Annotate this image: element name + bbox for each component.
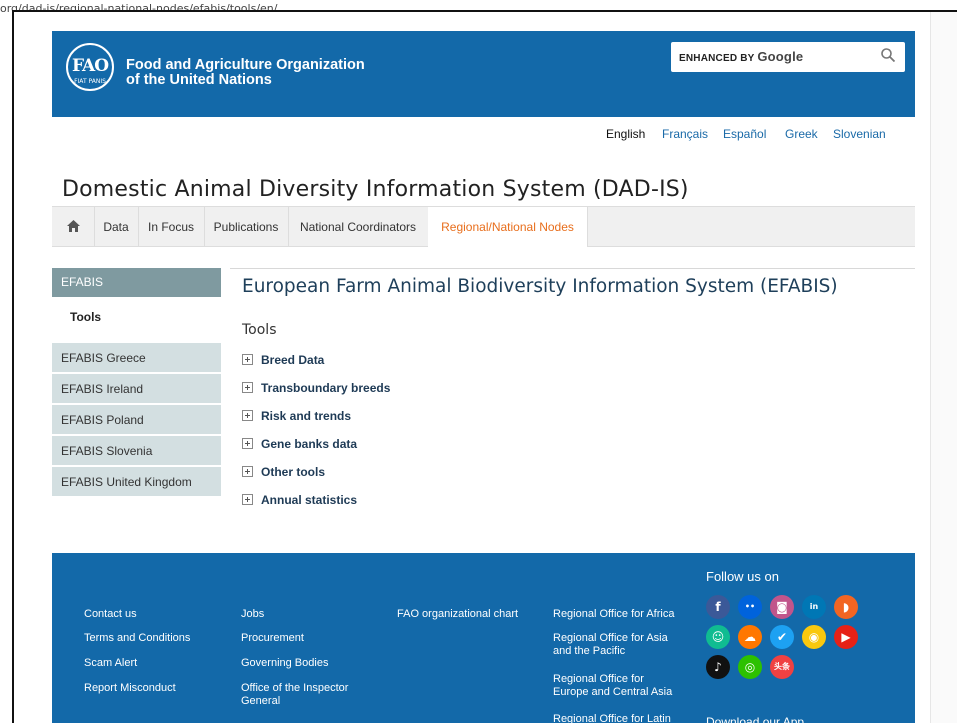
footer-link-ro-asia-pacific[interactable]: Regional Office for Asia and the Pacific bbox=[553, 632, 681, 658]
search-icon[interactable] bbox=[881, 48, 895, 62]
expand-icon[interactable] bbox=[242, 354, 253, 365]
page-title: European Farm Animal Biodiversity Inform… bbox=[242, 276, 838, 297]
tool-risk-and-trends[interactable]: Risk and trends bbox=[242, 409, 351, 423]
linkedin-icon[interactable]: in bbox=[802, 595, 826, 619]
tool-other-tools[interactable]: Other tools bbox=[242, 465, 325, 479]
search-input[interactable]: ENHANCED BY Google bbox=[671, 42, 905, 72]
home-icon bbox=[66, 220, 80, 232]
nav-home[interactable] bbox=[52, 207, 95, 247]
org-name-line1: Food and Agriculture Organization bbox=[126, 57, 365, 73]
expand-icon[interactable] bbox=[242, 382, 253, 393]
youtube-icon[interactable]: ▶ bbox=[834, 625, 858, 649]
footer-link-ro-europe-central-asia[interactable]: Regional Office for Europe and Central A… bbox=[553, 673, 681, 699]
scrollbar-track[interactable] bbox=[930, 12, 957, 723]
fao-logo[interactable]: FAO FIAT PANIS bbox=[66, 43, 114, 91]
footer-link-scam-alert[interactable]: Scam Alert bbox=[84, 657, 137, 670]
footer-link-ro-africa[interactable]: Regional Office for Africa bbox=[553, 608, 674, 621]
expand-icon[interactable] bbox=[242, 438, 253, 449]
lang-slovenian[interactable]: Slovenian bbox=[833, 127, 886, 141]
expand-icon[interactable] bbox=[242, 410, 253, 421]
sidebar-head-efabis[interactable]: EFABIS bbox=[52, 268, 221, 297]
soundcloud-icon[interactable]: ☁ bbox=[738, 625, 762, 649]
footer-link-report-misconduct[interactable]: Report Misconduct bbox=[84, 682, 176, 695]
nav-in-focus[interactable]: In Focus bbox=[138, 207, 205, 247]
footer-link-contact-us[interactable]: Contact us bbox=[84, 608, 137, 621]
footer-link-inspector-general[interactable]: Office of the Inspector General bbox=[241, 682, 361, 708]
footer-link-org-chart[interactable]: FAO organizational chart bbox=[397, 608, 518, 621]
tool-annual-statistics[interactable]: Annual statistics bbox=[242, 493, 357, 507]
follow-us-heading: Follow us on bbox=[706, 569, 779, 584]
sidebar-item-efabis-ireland[interactable]: EFABIS Ireland bbox=[52, 374, 221, 404]
site-title[interactable]: Domestic Animal Diversity Information Sy… bbox=[62, 177, 689, 202]
sidebar-item-tools[interactable]: Tools bbox=[70, 310, 101, 324]
tiktok-icon[interactable]: ♪ bbox=[706, 655, 730, 679]
site-header: FAO FIAT PANIS Food and Agriculture Orga… bbox=[52, 31, 915, 117]
tool-transboundary-breeds[interactable]: Transboundary breeds bbox=[242, 381, 390, 395]
expand-icon[interactable] bbox=[242, 494, 253, 505]
nav-regional-national-nodes[interactable]: Regional/National Nodes bbox=[428, 207, 588, 247]
flickr-icon[interactable]: •• bbox=[738, 595, 762, 619]
lang-greek[interactable]: Greek bbox=[785, 127, 818, 141]
tool-breed-data[interactable]: Breed Data bbox=[242, 353, 324, 367]
toutiao-icon[interactable]: 头条 bbox=[770, 655, 794, 679]
footer-link-ro-latin[interactable]: Regional Office for Latin bbox=[553, 713, 671, 723]
footer-link-terms[interactable]: Terms and Conditions bbox=[84, 632, 190, 645]
weibo-icon[interactable]: ◉ bbox=[802, 625, 826, 649]
nav-publications[interactable]: Publications bbox=[204, 207, 289, 247]
tool-gene-banks-data[interactable]: Gene banks data bbox=[242, 437, 357, 451]
lang-spanish[interactable]: Español bbox=[723, 127, 766, 141]
facebook-icon[interactable]: f bbox=[706, 595, 730, 619]
divider bbox=[230, 268, 915, 269]
footer-link-procurement[interactable]: Procurement bbox=[241, 632, 304, 645]
nav-data[interactable]: Data bbox=[94, 207, 139, 247]
expand-icon[interactable] bbox=[242, 466, 253, 477]
lang-french[interactable]: Français bbox=[662, 127, 708, 141]
logo-text: FAO bbox=[71, 56, 109, 76]
download-app-heading: Download our App bbox=[706, 715, 805, 723]
instagram-icon[interactable]: ◙ bbox=[770, 595, 794, 619]
section-title: Tools bbox=[242, 322, 277, 338]
sidebar-item-efabis-poland[interactable]: EFABIS Poland bbox=[52, 405, 221, 435]
lang-english[interactable]: English bbox=[606, 127, 645, 141]
footer-link-jobs[interactable]: Jobs bbox=[241, 608, 264, 621]
logo-motto: FIAT PANIS bbox=[74, 78, 106, 85]
search-placeholder: ENHANCED BY Google bbox=[679, 49, 804, 64]
sidebar-item-efabis-uk[interactable]: EFABIS United Kingdom bbox=[52, 467, 221, 497]
sidebar-item-efabis-slovenia[interactable]: EFABIS Slovenia bbox=[52, 436, 221, 466]
site-footer: Contact us Terms and Conditions Scam Ale… bbox=[52, 553, 915, 723]
wechat-icon[interactable]: ◎ bbox=[738, 655, 762, 679]
org-name-line2: of the United Nations bbox=[126, 72, 272, 88]
slideshare-icon[interactable]: ☺ bbox=[706, 625, 730, 649]
main-nav: Data In Focus Publications National Coor… bbox=[52, 206, 915, 247]
footer-link-governing-bodies[interactable]: Governing Bodies bbox=[241, 657, 328, 670]
nav-national-coordinators[interactable]: National Coordinators bbox=[288, 207, 429, 247]
twitter-icon[interactable]: ✔ bbox=[770, 625, 794, 649]
organization-name[interactable]: Food and Agriculture Organization of the… bbox=[126, 58, 365, 88]
sidebar-item-efabis-greece[interactable]: EFABIS Greece bbox=[52, 343, 221, 373]
rss-icon[interactable]: ◗ bbox=[834, 595, 858, 619]
